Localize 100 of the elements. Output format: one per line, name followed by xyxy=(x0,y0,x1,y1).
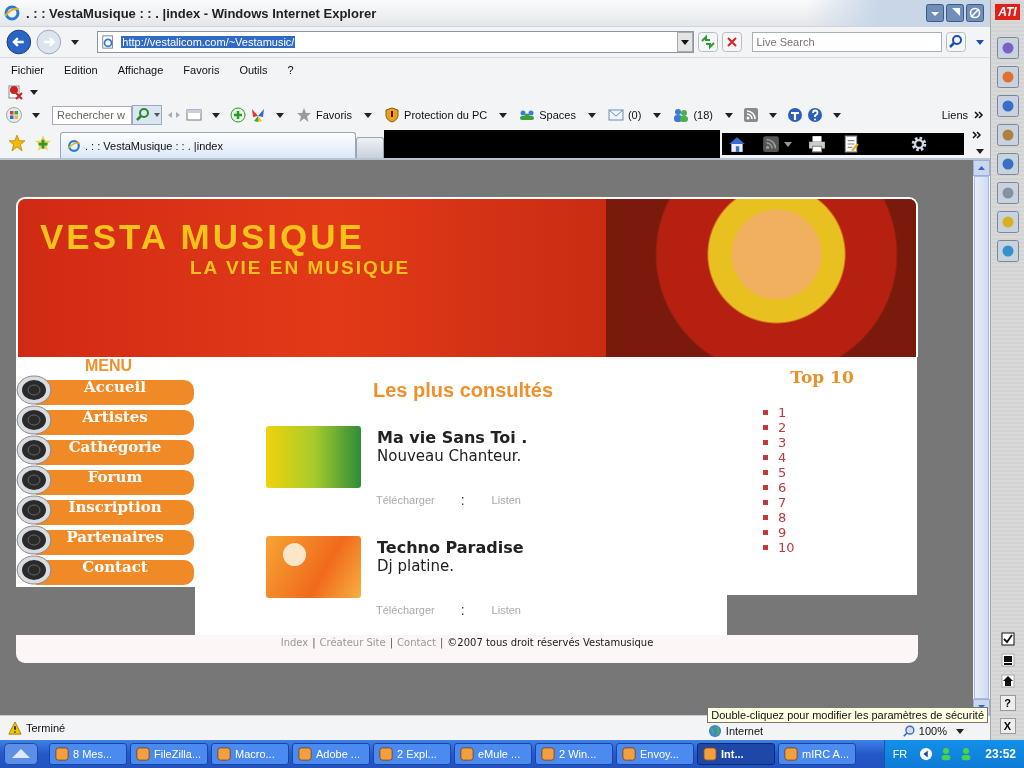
taskbar-button[interactable]: 8 Mes... xyxy=(49,743,127,765)
toolbar-button[interactable]: Protection du PC xyxy=(382,105,490,125)
toolbar-button[interactable]: Spaces xyxy=(517,105,578,125)
bullet-icon xyxy=(763,530,768,535)
checkbox-icon[interactable] xyxy=(1000,632,1015,646)
rss-icon[interactable] xyxy=(742,107,759,123)
caret-icon[interactable] xyxy=(653,112,662,118)
taskbar-button[interactable]: Envoy... xyxy=(616,743,694,765)
menu-item[interactable]: Outils xyxy=(239,64,268,76)
taskbar-button[interactable]: Int... xyxy=(697,743,775,765)
maximize-button[interactable] xyxy=(946,4,964,22)
top-link[interactable]: 7 xyxy=(778,495,787,510)
language-indicator[interactable]: FR xyxy=(892,748,908,760)
caret-icon[interactable] xyxy=(71,39,80,45)
scroll-up-button[interactable] xyxy=(973,160,990,176)
menu-item[interactable]: Favoris xyxy=(183,64,220,76)
footer-link[interactable]: Créateur Site xyxy=(319,637,386,648)
address-field[interactable]: http://vestalicom.com/~Vestamusic/ xyxy=(97,31,695,53)
logo[interactable]: ATI xyxy=(995,4,1020,20)
tool-icon[interactable] xyxy=(786,107,803,123)
tile-icon[interactable] xyxy=(996,95,1019,117)
top-link[interactable]: 6 xyxy=(778,480,787,495)
back-button[interactable] xyxy=(6,29,32,55)
toolbar-button[interactable]: Favoris xyxy=(294,105,355,125)
search-button[interactable] xyxy=(946,32,966,52)
top-link[interactable]: 8 xyxy=(778,510,787,525)
browser-tab[interactable]: . : : VestaMusique : : . |index xyxy=(60,132,357,158)
tile-icon[interactable] xyxy=(996,153,1019,175)
caret-icon[interactable] xyxy=(976,149,984,154)
menu-item[interactable]: ? xyxy=(287,64,294,76)
footer-link[interactable]: Contact xyxy=(397,637,436,648)
links-label[interactable]: Liens xyxy=(941,109,968,121)
caret-icon[interactable] xyxy=(32,112,40,118)
top-link[interactable]: 9 xyxy=(778,525,787,540)
caret-icon[interactable] xyxy=(724,112,733,118)
taskbar-button[interactable]: Adobe ... xyxy=(292,743,370,765)
side-button[interactable]: X xyxy=(999,718,1016,734)
caret-icon[interactable] xyxy=(587,112,596,118)
caret-icon[interactable] xyxy=(783,141,792,147)
tile-icon[interactable] xyxy=(996,211,1019,233)
search-button[interactable] xyxy=(132,105,162,125)
toolbar-button[interactable]: (18) xyxy=(671,105,715,125)
caret-icon[interactable] xyxy=(768,112,777,118)
top-link[interactable]: 3 xyxy=(778,435,787,450)
rss-icon[interactable] xyxy=(761,135,780,153)
top-link[interactable]: 10 xyxy=(778,540,795,555)
stop-button[interactable] xyxy=(722,32,743,52)
house-icon[interactable] xyxy=(1000,674,1015,688)
dropdown-button[interactable] xyxy=(677,32,694,52)
taskbar-button[interactable]: 2 Win... xyxy=(535,743,613,765)
clock: 23:52 xyxy=(985,747,1016,761)
search-field[interactable]: Rechercher w xyxy=(52,105,132,125)
footer-link[interactable]: Index xyxy=(280,637,309,648)
bullet-icon xyxy=(763,515,768,520)
monitor-icon[interactable] xyxy=(1000,653,1015,667)
top-link[interactable]: 2 xyxy=(778,420,787,435)
top-link[interactable]: 1 xyxy=(778,405,787,420)
chevron-icon[interactable] xyxy=(972,131,982,139)
chevron-icon[interactable] xyxy=(974,111,984,119)
desktop-button[interactable] xyxy=(4,743,38,765)
menu-item[interactable]: Affichage xyxy=(117,64,164,76)
caret-icon[interactable] xyxy=(499,112,508,118)
toolbar-button[interactable]: (0) xyxy=(605,105,644,125)
caret-icon[interactable] xyxy=(364,112,373,118)
taskbar-button[interactable]: 2 Expl... xyxy=(373,743,451,765)
taskbar-button[interactable]: Macro... xyxy=(211,743,289,765)
security-zone[interactable]: Internet xyxy=(707,724,898,738)
pdf-icon[interactable] xyxy=(8,84,24,100)
caret-icon[interactable] xyxy=(832,112,841,118)
add-favorite-icon[interactable] xyxy=(34,134,52,152)
taskbar-button[interactable]: FileZilla... xyxy=(130,743,208,765)
tile-icon[interactable] xyxy=(996,182,1019,204)
minimize-button[interactable] xyxy=(926,4,944,22)
tile-icon[interactable] xyxy=(996,66,1019,88)
tile-icon[interactable] xyxy=(996,240,1019,262)
caret-icon[interactable] xyxy=(976,39,984,45)
close-button[interactable] xyxy=(966,4,984,22)
menu-item[interactable]: Edition xyxy=(64,64,98,76)
top-link[interactable]: 5 xyxy=(778,465,787,480)
tile-icon[interactable] xyxy=(996,124,1019,146)
windows-logo-icon[interactable] xyxy=(6,107,22,123)
home-icon[interactable] xyxy=(727,135,746,153)
tooltip: Double-cliquez pour modifier les paramètres de sécurité xyxy=(707,707,988,723)
star-icon[interactable] xyxy=(8,134,26,152)
zoom-control[interactable]: 100% xyxy=(901,724,970,738)
taskbar-button[interactable]: eMule ... xyxy=(454,743,532,765)
printer-icon[interactable] xyxy=(807,135,826,153)
search-field[interactable]: Live Search xyxy=(752,32,942,52)
tile-icon[interactable] xyxy=(996,37,1019,59)
settings-icon[interactable] xyxy=(909,135,928,153)
caret-icon[interactable] xyxy=(212,112,220,118)
top-link[interactable]: 4 xyxy=(778,450,787,465)
menu-item[interactable]: Fichier xyxy=(11,64,44,76)
side-button[interactable]: ? xyxy=(999,695,1016,711)
caret-icon[interactable] xyxy=(30,89,38,95)
help-icon[interactable] xyxy=(806,107,823,123)
butterfly-icon[interactable] xyxy=(250,107,266,123)
taskbar-button[interactable]: mIRC A... xyxy=(778,743,856,765)
caret-icon[interactable] xyxy=(276,112,284,118)
plus-icon[interactable] xyxy=(230,107,246,123)
